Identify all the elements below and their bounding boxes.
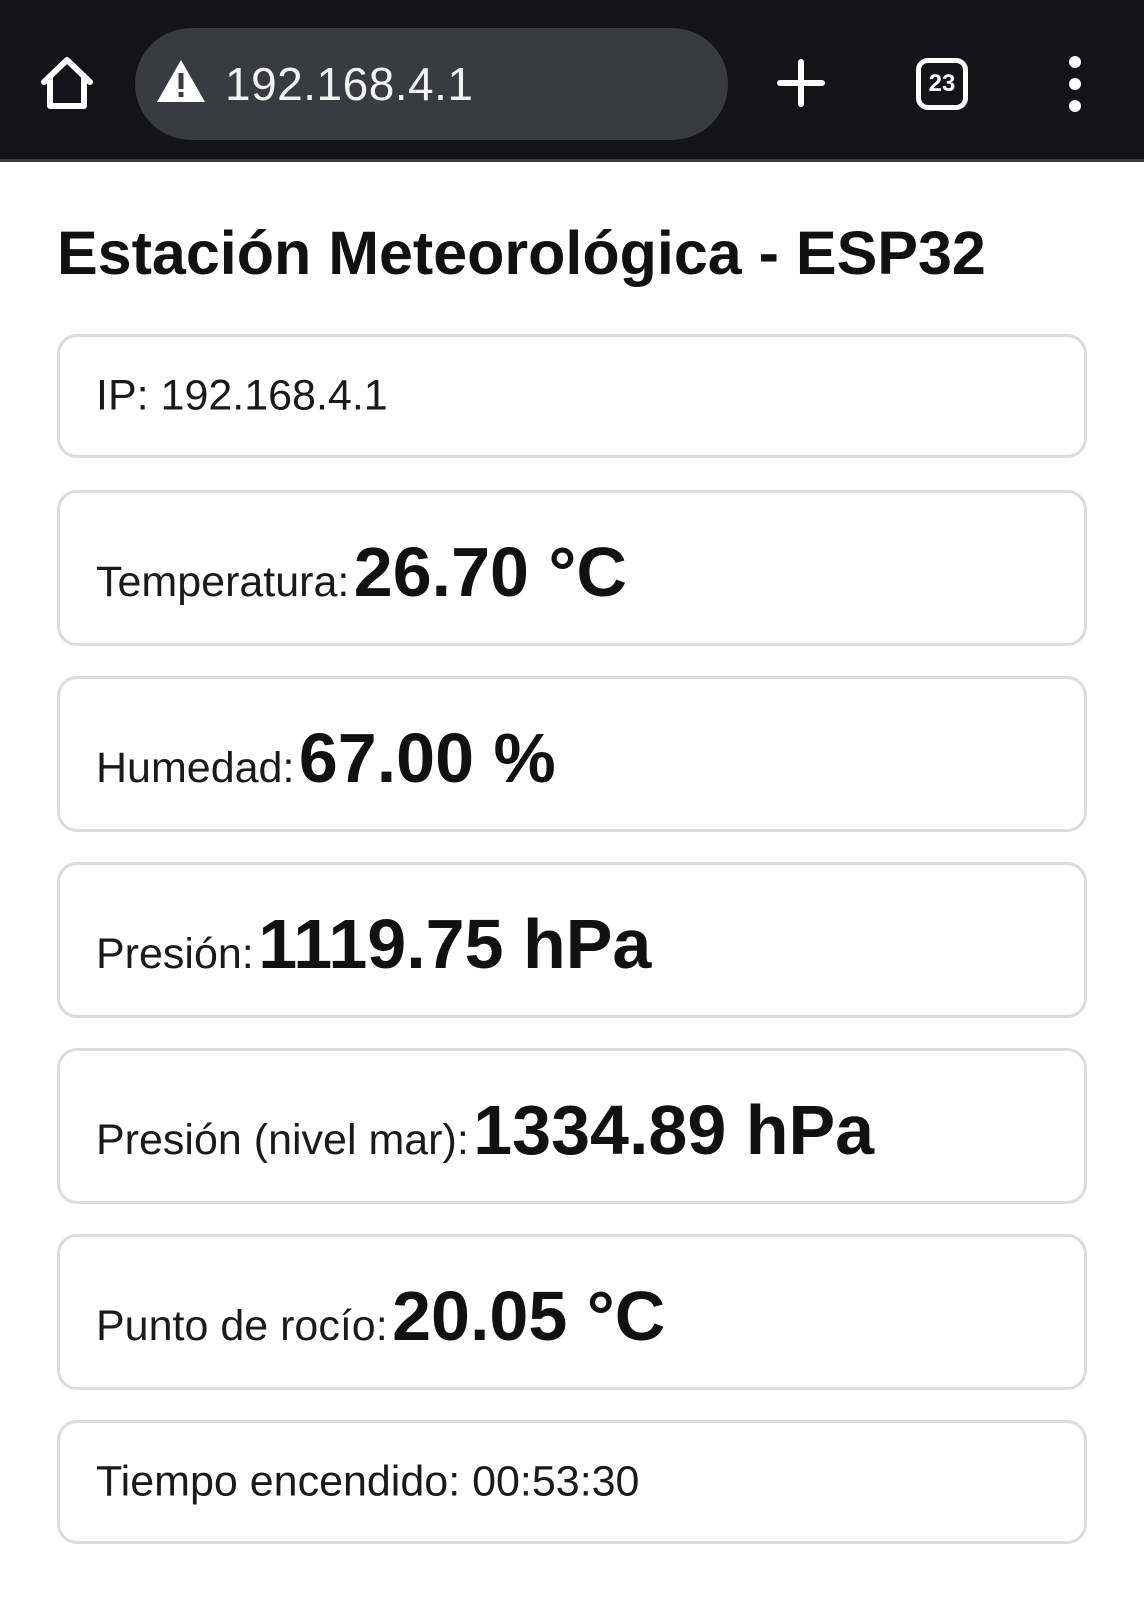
uptime-label: Tiempo encendido: (96, 1457, 461, 1506)
uptime-card: Tiempo encendido: 00:53:30 (57, 1420, 1087, 1544)
more-vertical-icon (1069, 56, 1081, 112)
sea-level-pressure-label: Presión (nivel mar): (96, 1116, 469, 1164)
uptime-value: 00:53:30 (472, 1457, 640, 1506)
dew-point-value: 20.05 °C (392, 1277, 666, 1355)
menu-button[interactable] (1060, 56, 1090, 112)
uptime-row: Tiempo encendido: 00:53:30 (96, 1458, 639, 1507)
pressure-label: Presión: (96, 930, 254, 978)
plus-icon (777, 59, 825, 107)
humidity-value: 67.00 % (298, 719, 556, 797)
pressure-row: Presión: 1119.75 hPa (96, 909, 651, 979)
ip-card: IP: 192.168.4.1 (57, 334, 1087, 458)
dew-point-label: Punto de rocío: (96, 1302, 388, 1350)
dew-point-row: Punto de rocío: 20.05 °C (96, 1281, 665, 1351)
new-tab-button[interactable] (776, 58, 826, 108)
humidity-row: Humedad: 67.00 % (96, 723, 556, 793)
temperature-row: Temperatura: 26.70 °C (96, 537, 627, 607)
url-text: 192.168.4.1 (225, 58, 474, 110)
page-title: Estación Meteorológica - ESP32 (57, 219, 986, 287)
warning-icon (157, 60, 205, 102)
humidity-card: Humedad: 67.00 % (57, 676, 1087, 832)
dew-point-card: Punto de rocío: 20.05 °C (57, 1234, 1087, 1390)
ip-row: IP: 192.168.4.1 (96, 372, 388, 421)
sea-level-pressure-row: Presión (nivel mar): 1334.89 hPa (96, 1095, 874, 1165)
ip-value: 192.168.4.1 (160, 371, 388, 420)
temperature-value: 26.70 °C (353, 533, 627, 611)
address-bar[interactable]: 192.168.4.1 (135, 28, 728, 140)
home-icon (41, 57, 93, 109)
pressure-card: Presión: 1119.75 hPa (57, 862, 1087, 1018)
pressure-value: 1119.75 hPa (258, 905, 652, 983)
browser-toolbar: 192.168.4.1 23 (0, 0, 1144, 162)
sea-level-pressure-value: 1334.89 hPa (473, 1091, 875, 1169)
ip-label: IP: (96, 371, 149, 420)
tab-switcher-button[interactable]: 23 (916, 58, 968, 110)
temperature-card: Temperatura: 26.70 °C (57, 490, 1087, 646)
temperature-label: Temperatura: (96, 558, 350, 606)
sea-level-pressure-card: Presión (nivel mar): 1334.89 hPa (57, 1048, 1087, 1204)
humidity-label: Humedad: (96, 744, 295, 792)
tab-count: 23 (928, 70, 956, 97)
home-button[interactable] (38, 54, 96, 112)
